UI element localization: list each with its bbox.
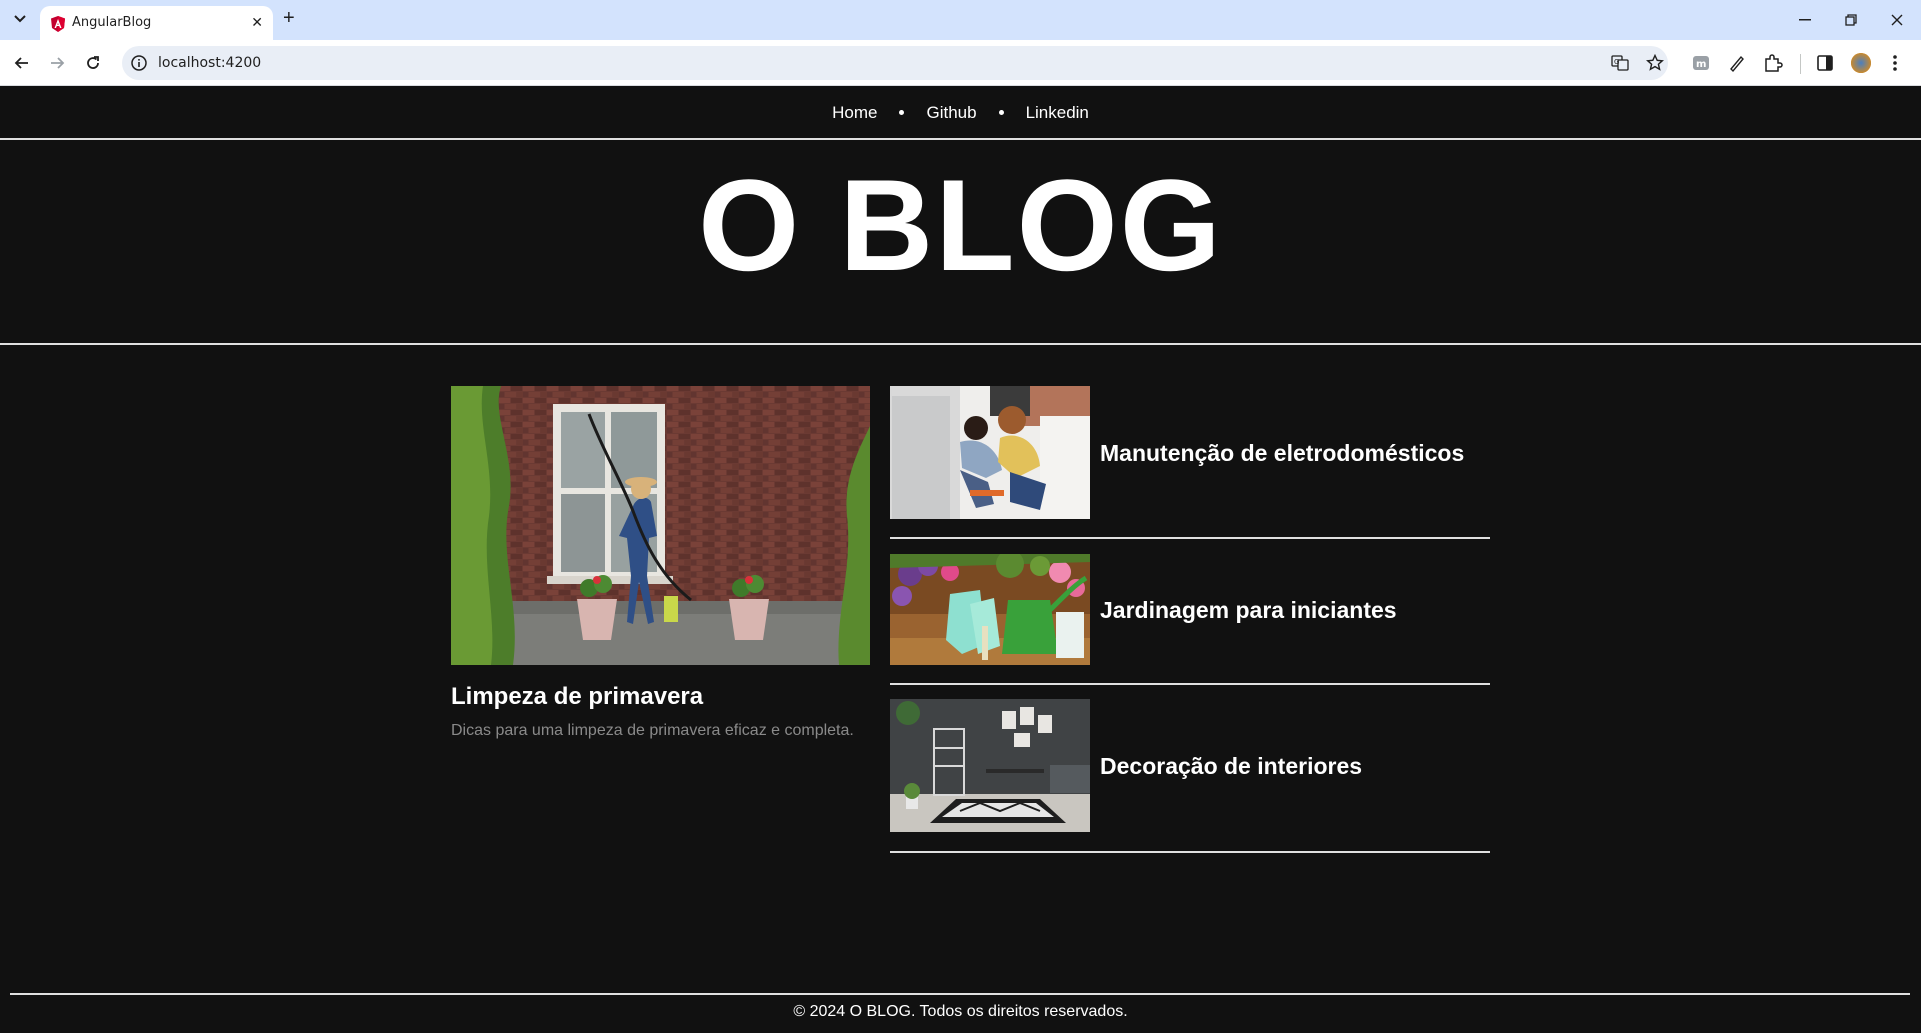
angular-logo-icon (51, 16, 65, 32)
url-text[interactable]: localhost:4200 (158, 55, 261, 71)
header-top-divider (0, 138, 1921, 140)
address-bar[interactable]: localhost:4200 G (122, 46, 1668, 80)
minimize-icon[interactable] (1793, 8, 1817, 32)
side-panel-icon[interactable] (1814, 52, 1836, 74)
browser-tab-bar: AngularBlog ✕ + (0, 0, 1921, 40)
nav-link-linkedin[interactable]: Linkedin (1026, 103, 1089, 123)
featured-post[interactable]: Limpeza de primavera Dicas para uma limp… (451, 386, 870, 739)
featured-post-image[interactable] (451, 386, 870, 665)
menu-kebab-icon[interactable] (1884, 52, 1906, 74)
featured-post-description: Dicas para uma limpeza de primavera efic… (451, 722, 854, 739)
post-image-interior-decor[interactable] (890, 699, 1090, 832)
svg-text:G: G (1614, 58, 1619, 66)
header-bottom-divider (0, 343, 1921, 345)
translate-icon[interactable]: G (1611, 54, 1629, 72)
post-divider (890, 851, 1490, 853)
nav-separator-dot (998, 110, 1004, 115)
footer-copyright: © 2024 O BLOG. Todos os direitos reserva… (793, 1003, 1128, 1020)
post-title[interactable]: Jardinagem para iniciantes (1100, 597, 1397, 624)
profile-avatar[interactable] (1850, 52, 1872, 74)
browser-toolbar: localhost:4200 G m (0, 40, 1921, 86)
toolbar-divider (1800, 54, 1801, 74)
post-divider (890, 537, 1490, 539)
pen-extension-icon[interactable] (1726, 52, 1748, 74)
post-divider (890, 683, 1490, 685)
tab-title: AngularBlog (72, 15, 152, 30)
reload-icon[interactable] (81, 51, 105, 75)
site-info-icon[interactable] (130, 54, 148, 72)
new-tab-plus-icon[interactable]: + (283, 7, 295, 30)
blog-page: Home Github Linkedin O BLOG Limpeza de p… (0, 87, 1921, 1033)
post-image-gardening[interactable] (890, 554, 1090, 665)
post-image-appliance-repair[interactable] (890, 386, 1090, 519)
nav-link-github[interactable]: Github (926, 103, 976, 123)
restore-icon[interactable] (1839, 8, 1863, 32)
top-navigation: Home Github Linkedin (0, 87, 1921, 138)
forward-arrow-icon[interactable] (45, 51, 69, 75)
svg-text:m: m (1696, 59, 1706, 70)
tab-search-chevron-icon[interactable] (10, 9, 30, 29)
extension-m-icon[interactable]: m (1690, 52, 1712, 74)
site-title: O BLOG (698, 152, 1223, 298)
close-window-icon[interactable] (1885, 8, 1909, 32)
extensions-puzzle-icon[interactable] (1762, 52, 1784, 74)
back-arrow-icon[interactable] (10, 51, 34, 75)
nav-link-home[interactable]: Home (832, 103, 877, 123)
bookmark-star-icon[interactable] (1646, 54, 1664, 72)
post-title[interactable]: Manutenção de eletrodomésticos (1100, 440, 1464, 467)
nav-separator-dot (899, 110, 905, 115)
browser-tab[interactable]: AngularBlog ✕ (40, 6, 273, 40)
footer-divider (10, 993, 1910, 995)
featured-post-title[interactable]: Limpeza de primavera (451, 683, 703, 711)
tab-close-icon[interactable]: ✕ (251, 14, 263, 31)
post-title[interactable]: Decoração de interiores (1100, 753, 1362, 780)
